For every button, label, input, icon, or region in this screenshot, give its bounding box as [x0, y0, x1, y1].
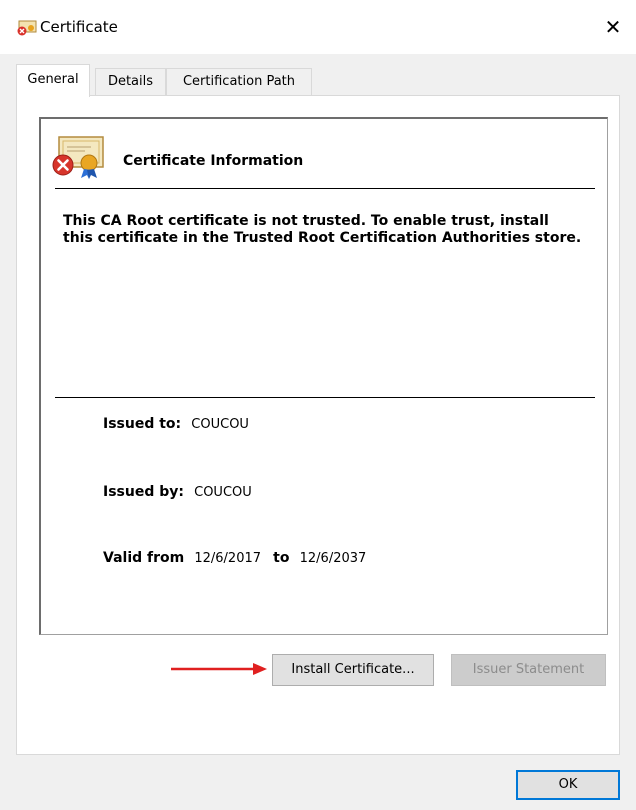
valid-to-label: to [273, 550, 290, 566]
close-icon: ✕ [604, 15, 622, 39]
general-tab-panel: Certificate Information This CA Root cer… [16, 95, 620, 755]
red-arrow-annotation [171, 663, 267, 675]
issued-by-label: Issued by: [103, 484, 184, 500]
divider [55, 397, 595, 398]
issued-to-row: Issued to: COUCOU [103, 416, 249, 432]
issued-to-label: Issued to: [103, 416, 182, 432]
issued-by-row: Issued by: COUCOU [103, 484, 252, 500]
issued-by-value: COUCOU [194, 485, 252, 500]
tab-details[interactable]: Details [95, 68, 166, 96]
validity-row: Valid from 12/6/2017 to 12/6/2037 [103, 550, 366, 566]
certificate-error-icon [17, 20, 37, 36]
tab-certification-path[interactable]: Certification Path [166, 68, 312, 96]
info-title: Certificate Information [123, 153, 304, 169]
valid-to-value: 12/6/2037 [299, 551, 367, 566]
issuer-statement-button[interactable]: Issuer Statement [451, 654, 606, 686]
tab-general[interactable]: General [16, 64, 90, 97]
valid-from-value: 12/6/2017 [194, 551, 262, 566]
issued-to-value: COUCOU [191, 417, 249, 432]
window-title: Certificate [40, 18, 118, 36]
certificate-info-box: Certificate Information This CA Root cer… [39, 117, 608, 635]
title-bar: Certificate ✕ [0, 0, 636, 54]
divider [55, 188, 595, 189]
certificate-error-icon [52, 136, 104, 179]
valid-from-label: Valid from [103, 550, 185, 566]
trust-warning-text: This CA Root certificate is not trusted.… [63, 213, 582, 246]
close-button[interactable]: ✕ [590, 4, 636, 50]
install-certificate-button[interactable]: Install Certificate... [272, 654, 434, 686]
ok-button[interactable]: OK [516, 770, 620, 800]
